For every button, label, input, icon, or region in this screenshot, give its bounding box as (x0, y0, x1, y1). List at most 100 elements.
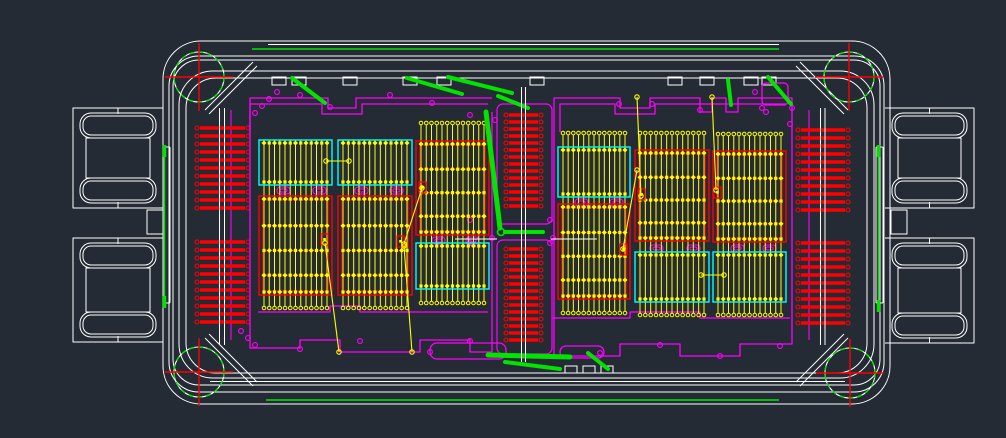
wire-marker-square (310, 224, 313, 227)
wire-marker-square (676, 221, 679, 224)
wire-marker-square (482, 191, 485, 194)
wire-marker-square (779, 237, 782, 240)
wire-marker-square (299, 141, 302, 144)
wire-marker-square (697, 176, 700, 179)
wire-marker-square (716, 199, 719, 202)
wire-marker-square (670, 236, 673, 239)
wire-marker-square (692, 297, 695, 300)
wire-marker-square (608, 278, 611, 281)
wire-marker-square (430, 191, 433, 194)
wire-marker-square (425, 142, 428, 145)
wire-marker-square (347, 197, 350, 200)
wire-marker-square (686, 176, 689, 179)
wire-marker-square (665, 176, 668, 179)
wire-marker-square (618, 231, 621, 234)
wire-marker-square (456, 244, 459, 247)
wire-marker-square (368, 224, 371, 227)
wire-marker-square (670, 297, 673, 300)
wire-marker-square (262, 180, 265, 183)
wire-marker-square (325, 180, 328, 183)
wire-marker-square (456, 142, 459, 145)
wire-marker-square (561, 294, 564, 297)
wire-marker-square (598, 278, 601, 281)
wire-marker-square (702, 236, 705, 239)
wire-marker-square (732, 177, 735, 180)
wire-marker-square (618, 205, 621, 208)
wire-marker-square (623, 192, 626, 195)
wire-marker-square (384, 290, 387, 293)
wire-marker-square (686, 253, 689, 256)
wire-marker-square (268, 197, 271, 200)
wire-marker-square (405, 249, 408, 252)
wire-marker-square (368, 141, 371, 144)
wire-marker-square (262, 249, 265, 252)
wire-marker-square (461, 191, 464, 194)
wire-marker-square (461, 230, 464, 233)
wire-marker-square (467, 142, 470, 145)
wire-marker-square (753, 177, 756, 180)
wire-marker-square (681, 236, 684, 239)
wire-marker-square (379, 224, 382, 227)
wire-marker-square (638, 297, 641, 300)
wire-marker-square (567, 231, 570, 234)
wire-marker-square (341, 290, 344, 293)
wire-marker-square (273, 290, 276, 293)
wire-marker-square (654, 221, 657, 224)
wire-marker-square (304, 180, 307, 183)
wire-marker-square (660, 198, 663, 201)
wire-marker-square (577, 278, 580, 281)
wire-marker-square (665, 253, 668, 256)
wire-marker-square (727, 297, 730, 300)
cad-viewport[interactable] (0, 0, 1006, 438)
wire-marker-square (368, 274, 371, 277)
wire-marker-square (567, 205, 570, 208)
wire-marker-square (320, 197, 323, 200)
wire-marker-square (435, 215, 438, 218)
wire-marker-square (779, 199, 782, 202)
wire-marker-square (400, 274, 403, 277)
wire-marker-square (310, 197, 313, 200)
wire-marker-square (446, 215, 449, 218)
wire-marker-square (268, 224, 271, 227)
wire-marker-square (587, 205, 590, 208)
wire-marker-square (315, 249, 318, 252)
wire-marker-square (613, 192, 616, 195)
wire-marker-square (592, 192, 595, 195)
wire-marker-square (753, 152, 756, 155)
wire-marker-square (769, 237, 772, 240)
wire-marker-square (727, 237, 730, 240)
wire-marker-square (477, 244, 480, 247)
wire-marker-square (477, 142, 480, 145)
wire-marker-square (289, 141, 292, 144)
wire-marker-square (430, 284, 433, 287)
wire-marker-square (764, 253, 767, 256)
wire-marker-square (716, 297, 719, 300)
wire-marker-square (395, 249, 398, 252)
wire-marker-square (722, 222, 725, 225)
wire-marker-square (395, 180, 398, 183)
wire-marker-square (764, 152, 767, 155)
wire-marker-square (732, 152, 735, 155)
wire-marker-square (722, 177, 725, 180)
wire-marker-square (384, 249, 387, 252)
wire-marker-square (608, 231, 611, 234)
wire-marker-square (357, 141, 360, 144)
wire-marker-square (748, 297, 751, 300)
wire-marker-square (294, 290, 297, 293)
wire-marker-square (363, 180, 366, 183)
wire-marker-square (368, 197, 371, 200)
wire-marker-square (310, 274, 313, 277)
wire-marker-square (472, 230, 475, 233)
wire-marker-square (440, 191, 443, 194)
wire-marker-square (753, 222, 756, 225)
wire-marker-square (278, 197, 281, 200)
wire-marker-square (644, 221, 647, 224)
wire-marker-square (435, 168, 438, 171)
wire-marker-square (425, 215, 428, 218)
wire-marker-square (315, 180, 318, 183)
wire-marker-square (400, 224, 403, 227)
wire-marker-square (774, 222, 777, 225)
wire-marker-square (482, 284, 485, 287)
wire-marker-square (774, 152, 777, 155)
wire-marker-square (567, 278, 570, 281)
